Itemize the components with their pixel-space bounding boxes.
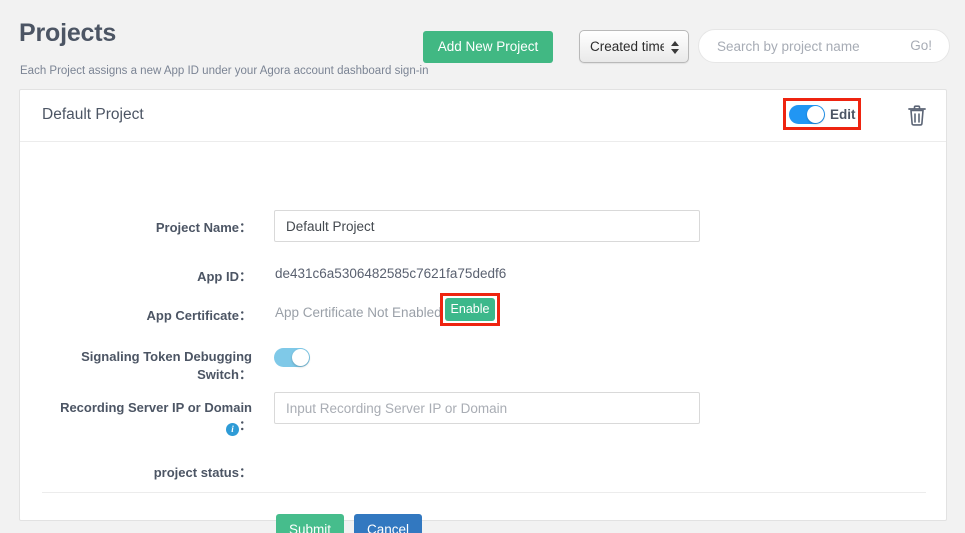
add-new-project-button[interactable]: Add New Project bbox=[423, 31, 553, 63]
app-id-label: App ID： bbox=[197, 269, 252, 284]
edit-toggle-knob bbox=[807, 105, 824, 123]
signaling-switch-knob bbox=[292, 349, 309, 366]
app-certificate-status: App Certificate Not Enabled bbox=[275, 305, 442, 320]
project-name-input[interactable] bbox=[274, 210, 700, 242]
project-card-title: Default Project bbox=[42, 106, 144, 123]
chevron-updown-icon bbox=[670, 37, 680, 58]
project-name-label: Project Name： bbox=[155, 220, 252, 235]
page-title: Projects bbox=[19, 19, 117, 47]
page-subtitle: Each Project assigns a new App ID under … bbox=[20, 65, 429, 77]
sort-order-select[interactable]: Created time bbox=[579, 30, 689, 63]
search-go-button[interactable]: Go! bbox=[910, 38, 932, 53]
search-input[interactable] bbox=[715, 30, 905, 62]
recording-server-label: Recording Server IP or Domain i： bbox=[60, 400, 252, 436]
edit-toggle[interactable] bbox=[789, 104, 825, 124]
project-card: Default Project Edit Project Name： Defau… bbox=[19, 89, 947, 533]
trash-icon[interactable] bbox=[906, 103, 928, 127]
project-status-label: project status： bbox=[153, 465, 252, 480]
edit-toggle-highlight: Edit bbox=[783, 98, 861, 130]
app-certificate-label: App Certificate： bbox=[146, 308, 252, 323]
projects-page: Projects Each Project assigns a new App … bbox=[0, 0, 965, 533]
enable-button-highlight: Enable bbox=[440, 293, 500, 326]
project-card-header: Default Project Edit bbox=[20, 90, 946, 142]
recording-server-input[interactable] bbox=[274, 392, 700, 424]
submit-button[interactable]: Submit bbox=[276, 514, 344, 533]
signaling-switch-toggle[interactable] bbox=[274, 348, 310, 367]
enable-app-certificate-button[interactable]: Enable bbox=[445, 298, 495, 321]
form-divider bbox=[42, 492, 926, 493]
signaling-switch-label: Signaling Token Debugging Switch： bbox=[81, 349, 252, 382]
app-id-value: de431c6a5306482585c7621fa75dedf6 bbox=[275, 266, 507, 281]
edit-toggle-label: Edit bbox=[830, 106, 856, 122]
sort-order-select-value: Created time bbox=[590, 39, 664, 54]
search-box[interactable]: Go! bbox=[698, 29, 950, 63]
cancel-button[interactable]: Cancel bbox=[354, 514, 422, 533]
page-header: Projects Each Project assigns a new App … bbox=[0, 0, 965, 88]
info-icon[interactable]: i bbox=[225, 423, 239, 436]
